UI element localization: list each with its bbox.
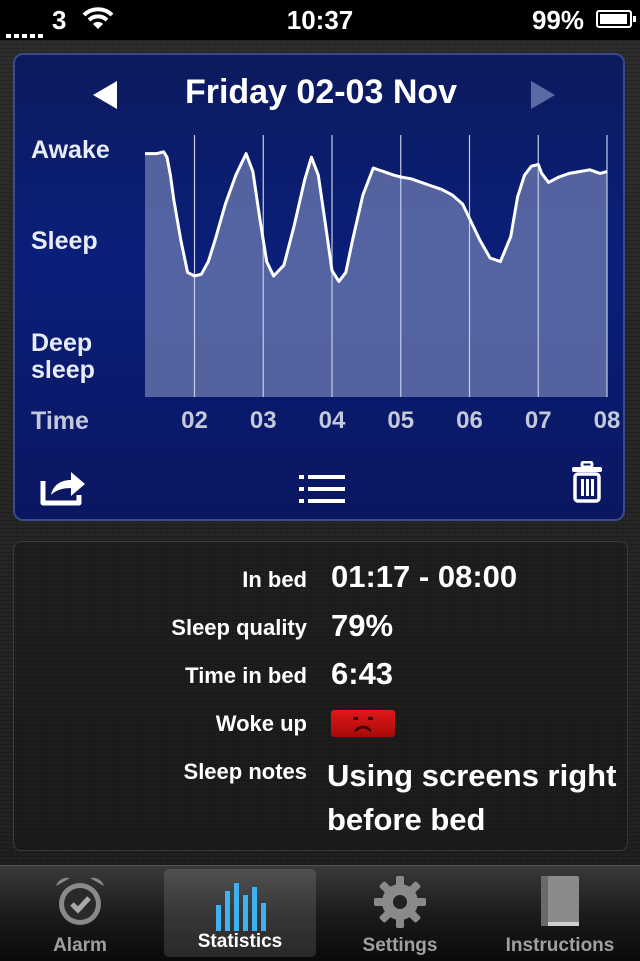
tab-settings-label: Settings bbox=[362, 935, 438, 956]
in-bed-label: In bed bbox=[242, 567, 307, 592]
status-bar: 3 10:37 99% bbox=[0, 0, 640, 40]
x-tick-02: 02 bbox=[181, 407, 208, 434]
sleep-notes-value: Using screens right before bed bbox=[327, 758, 617, 837]
sleep-chart bbox=[145, 135, 608, 397]
tab-statistics-label: Statistics bbox=[197, 931, 283, 952]
trash-icon[interactable] bbox=[571, 460, 603, 508]
battery-percentage: 99% bbox=[531, 5, 584, 35]
woke-up-label: Woke up bbox=[215, 711, 307, 736]
sleep-notes-label: Sleep notes bbox=[183, 759, 307, 784]
tab-instructions[interactable]: Instructions bbox=[480, 866, 640, 961]
time-in-bed-label: Time in bed bbox=[185, 663, 307, 688]
x-tick-08: 08 bbox=[593, 407, 621, 434]
tab-instructions-label: Instructions bbox=[505, 935, 615, 956]
y-label-sleep: Sleep bbox=[31, 227, 98, 255]
x-tick-05: 05 bbox=[387, 407, 415, 434]
x-tick-07: 07 bbox=[524, 407, 552, 434]
next-night-button[interactable] bbox=[531, 81, 555, 109]
sleep-graph-panel: Friday 02-03 Nov Awake Sleep Deep sleep … bbox=[13, 53, 625, 521]
tab-statistics[interactable]: Statistics bbox=[164, 869, 316, 957]
x-tick-04: 04 bbox=[318, 407, 346, 434]
sad-face-icon[interactable] bbox=[331, 710, 395, 737]
in-bed-value: 01:17 - 08:00 bbox=[331, 559, 518, 594]
y-label-awake: Awake bbox=[31, 136, 110, 164]
time-in-bed-value: 6:43 bbox=[331, 656, 394, 691]
x-tick-06: 06 bbox=[456, 407, 483, 434]
battery-icon bbox=[596, 10, 636, 28]
book-icon bbox=[541, 876, 579, 926]
alarm-clock-icon bbox=[56, 877, 104, 925]
bar-chart-icon bbox=[216, 883, 266, 931]
night-summary-panel: In bed 01:17 - 08:00 Sleep quality 79% T… bbox=[13, 541, 628, 851]
tab-alarm-label: Alarm bbox=[53, 935, 107, 956]
gear-icon bbox=[374, 876, 426, 928]
tab-settings[interactable]: Settings bbox=[320, 866, 480, 961]
y-label-deep-sleep: Deep sleep bbox=[31, 329, 95, 384]
tab-bar: Alarm Statistics Settings Instructions bbox=[0, 865, 640, 961]
list-view-icon[interactable] bbox=[299, 473, 347, 510]
tab-alarm[interactable]: Alarm bbox=[0, 866, 160, 961]
sleep-quality-label: Sleep quality bbox=[171, 615, 307, 640]
sleep-quality-value: 79% bbox=[331, 608, 394, 643]
x-tick-03: 03 bbox=[249, 407, 277, 434]
share-icon[interactable] bbox=[39, 467, 89, 512]
x-axis-label: Time bbox=[31, 407, 89, 435]
